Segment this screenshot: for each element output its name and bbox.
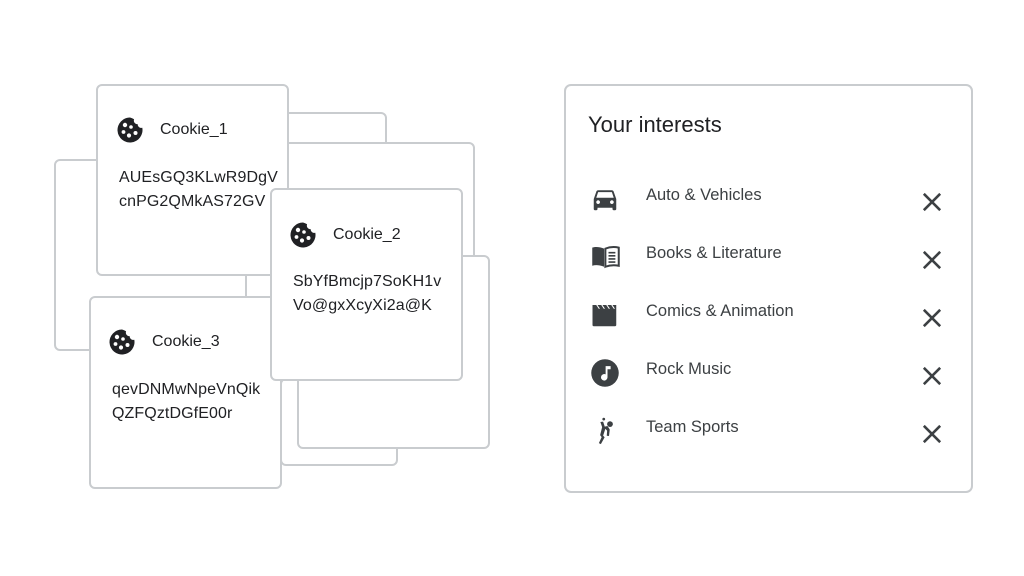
remove-interest-button[interactable] xyxy=(918,304,946,332)
cookie-value-line: cnPG2QMkAS72GV xyxy=(119,193,266,210)
panel-title: Your interests xyxy=(588,112,722,137)
interest-label: Books & Literature xyxy=(646,244,782,262)
close-icon xyxy=(922,366,942,386)
interest-label: Rock Music xyxy=(646,360,732,378)
remove-interest-button[interactable] xyxy=(918,362,946,390)
book-icon xyxy=(590,242,622,274)
cookie-name: Cookie_2 xyxy=(333,226,401,243)
cookie-card-2: Cookie_2 SbYfBmcjp7SoKH1v Vo@gxXcyXi2a@K xyxy=(270,188,463,381)
cookie-name: Cookie_3 xyxy=(152,333,220,350)
interest-label: Team Sports xyxy=(646,418,739,436)
interests-panel: Your interests Auto & Vehicles Books & L… xyxy=(564,84,973,493)
remove-interest-button[interactable] xyxy=(918,188,946,216)
close-icon xyxy=(922,424,942,444)
sports-player-icon xyxy=(590,416,622,448)
cookie-value-line: Vo@gxXcyXi2a@K xyxy=(293,297,432,314)
close-icon xyxy=(922,192,942,212)
interest-item: Books & Literature xyxy=(566,242,971,282)
interest-item: Rock Music xyxy=(566,358,971,398)
cookie-value: SbYfBmcjp7SoKH1v Vo@gxXcyXi2a@K xyxy=(293,270,441,318)
remove-interest-button[interactable] xyxy=(918,420,946,448)
cookie-card-3: Cookie_3 qevDNMwNpeVnQik QZFQztDGfE00r xyxy=(89,296,282,489)
interest-item: Comics & Animation xyxy=(566,300,971,340)
cookie-icon xyxy=(116,116,144,144)
remove-interest-button[interactable] xyxy=(918,246,946,274)
cookie-card-1: Cookie_1 AUEsGQ3KLwR9DgV cnPG2QMkAS72GV xyxy=(96,84,289,276)
interest-label: Comics & Animation xyxy=(646,302,794,320)
cookie-value-line: QZFQztDGfE00r xyxy=(112,405,233,422)
clapperboard-icon xyxy=(590,300,622,332)
interest-item: Team Sports xyxy=(566,416,971,456)
cookie-icon xyxy=(108,328,136,356)
cookie-value: qevDNMwNpeVnQik QZFQztDGfE00r xyxy=(112,378,260,426)
car-icon xyxy=(590,184,622,216)
cookie-name: Cookie_1 xyxy=(160,121,228,138)
close-icon xyxy=(922,250,942,270)
close-icon xyxy=(922,308,942,328)
cookie-value: AUEsGQ3KLwR9DgV cnPG2QMkAS72GV xyxy=(119,166,278,214)
cookie-icon xyxy=(289,221,317,249)
interest-label: Auto & Vehicles xyxy=(646,186,762,204)
music-note-icon xyxy=(590,358,622,390)
cookie-value-line: AUEsGQ3KLwR9DgV xyxy=(119,169,278,186)
interest-item: Auto & Vehicles xyxy=(566,184,971,224)
cookie-value-line: SbYfBmcjp7SoKH1v xyxy=(293,273,442,290)
cookie-value-line: qevDNMwNpeVnQik xyxy=(112,381,261,398)
